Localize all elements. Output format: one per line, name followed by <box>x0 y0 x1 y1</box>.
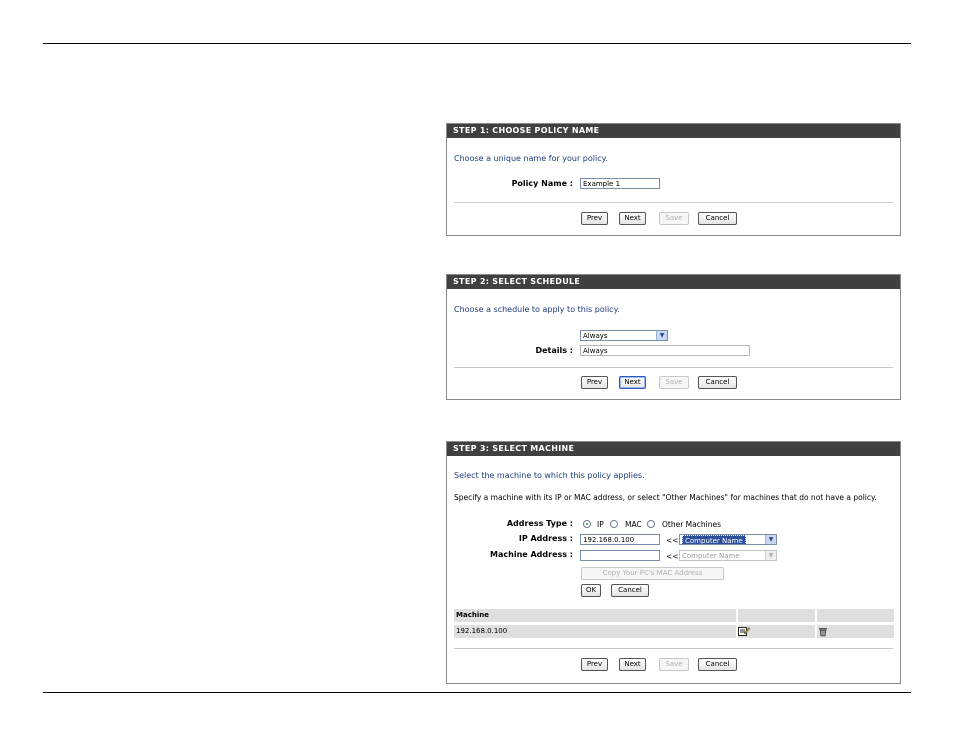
step1-next-button[interactable]: Next <box>619 212 646 225</box>
step1-panel: STEP 1: CHOOSE POLICY NAME Choose a uniq… <box>446 123 901 236</box>
step2-save-button[interactable]: Save <box>659 376 689 389</box>
details-label: Details : <box>535 346 573 355</box>
machine-column-header: Machine <box>456 611 489 619</box>
chevron-down-icon: ▼ <box>765 551 776 560</box>
step1-title: STEP 1: CHOOSE POLICY NAME <box>447 124 900 138</box>
address-type-mac-label: MAC <box>625 520 642 529</box>
step3-cancel-button[interactable]: Cancel <box>698 658 737 671</box>
mac-computer-name-select[interactable]: Computer Name ▼ <box>679 550 777 561</box>
step3-next-button[interactable]: Next <box>619 658 646 671</box>
table-row: 192.168.0.100 <box>454 625 894 638</box>
trash-icon[interactable] <box>818 625 838 638</box>
machine-table-header: Machine <box>454 609 894 622</box>
address-type-label: Address Type : <box>506 519 573 528</box>
step3-description: Specify a machine with its IP or MAC add… <box>454 493 877 502</box>
machine-cancel-button[interactable]: Cancel <box>611 584 649 597</box>
machine-address-label: Machine Address : <box>490 550 573 559</box>
step3-intro: Select the machine to which this policy … <box>454 471 645 480</box>
bottom-rule <box>43 692 911 693</box>
machine-address-input[interactable] <box>580 550 660 561</box>
step2-cancel-button[interactable]: Cancel <box>698 376 737 389</box>
ip-computer-name-select[interactable]: Computer Name ▼ <box>679 534 777 545</box>
chevron-down-icon: ▼ <box>765 535 776 544</box>
step3-panel: STEP 3: SELECT MACHINE Select the machin… <box>446 441 901 684</box>
address-type-ip-radio[interactable] <box>583 520 591 528</box>
ip-address-label: IP Address : <box>518 534 573 543</box>
copy-mac-address-button[interactable]: Copy Your PC's MAC Address <box>581 567 724 580</box>
address-type-other-radio[interactable] <box>647 520 655 528</box>
details-field: Always <box>580 345 750 356</box>
step3-title: STEP 3: SELECT MACHINE <box>447 442 900 456</box>
edit-icon[interactable] <box>738 625 758 638</box>
step2-intro: Choose a schedule to apply to this polic… <box>454 305 620 314</box>
machine-cell: 192.168.0.100 <box>456 627 508 635</box>
step2-next-button[interactable]: Next <box>619 376 646 389</box>
mac-computer-name-value: Computer Name <box>682 552 740 560</box>
column-separator <box>815 625 817 638</box>
address-type-other-label: Other Machines <box>662 520 721 529</box>
policy-name-input[interactable]: Example 1 <box>580 178 660 189</box>
step2-divider <box>454 367 893 368</box>
machine-ok-button[interactable]: OK <box>581 584 601 597</box>
schedule-select[interactable]: Always ▼ <box>580 330 668 341</box>
ip-address-input[interactable]: 192.168.0.100 <box>580 534 660 545</box>
step3-save-button[interactable]: Save <box>659 658 689 671</box>
step1-intro: Choose a unique name for your policy. <box>454 154 608 163</box>
mac-copy-arrows: << <box>666 552 679 561</box>
chevron-down-icon: ▼ <box>656 331 667 340</box>
column-separator <box>815 609 817 622</box>
column-separator <box>736 609 738 622</box>
step3-prev-button[interactable]: Prev <box>581 658 608 671</box>
step3-divider <box>454 648 893 649</box>
address-type-ip-label: IP <box>597 520 604 529</box>
ip-computer-name-value: Computer Name <box>682 535 746 544</box>
step1-cancel-button[interactable]: Cancel <box>698 212 737 225</box>
step2-prev-button[interactable]: Prev <box>581 376 608 389</box>
ip-copy-arrows: << <box>666 536 679 545</box>
step2-title: STEP 2: SELECT SCHEDULE <box>447 275 900 289</box>
step1-save-button[interactable]: Save <box>659 212 689 225</box>
schedule-select-value: Always <box>583 332 608 340</box>
address-type-mac-radio[interactable] <box>610 520 618 528</box>
policy-name-label: Policy Name : <box>511 179 573 188</box>
step1-divider <box>454 202 893 203</box>
step2-panel: STEP 2: SELECT SCHEDULE Choose a schedul… <box>446 274 901 400</box>
step1-prev-button[interactable]: Prev <box>581 212 608 225</box>
top-rule <box>43 43 911 44</box>
